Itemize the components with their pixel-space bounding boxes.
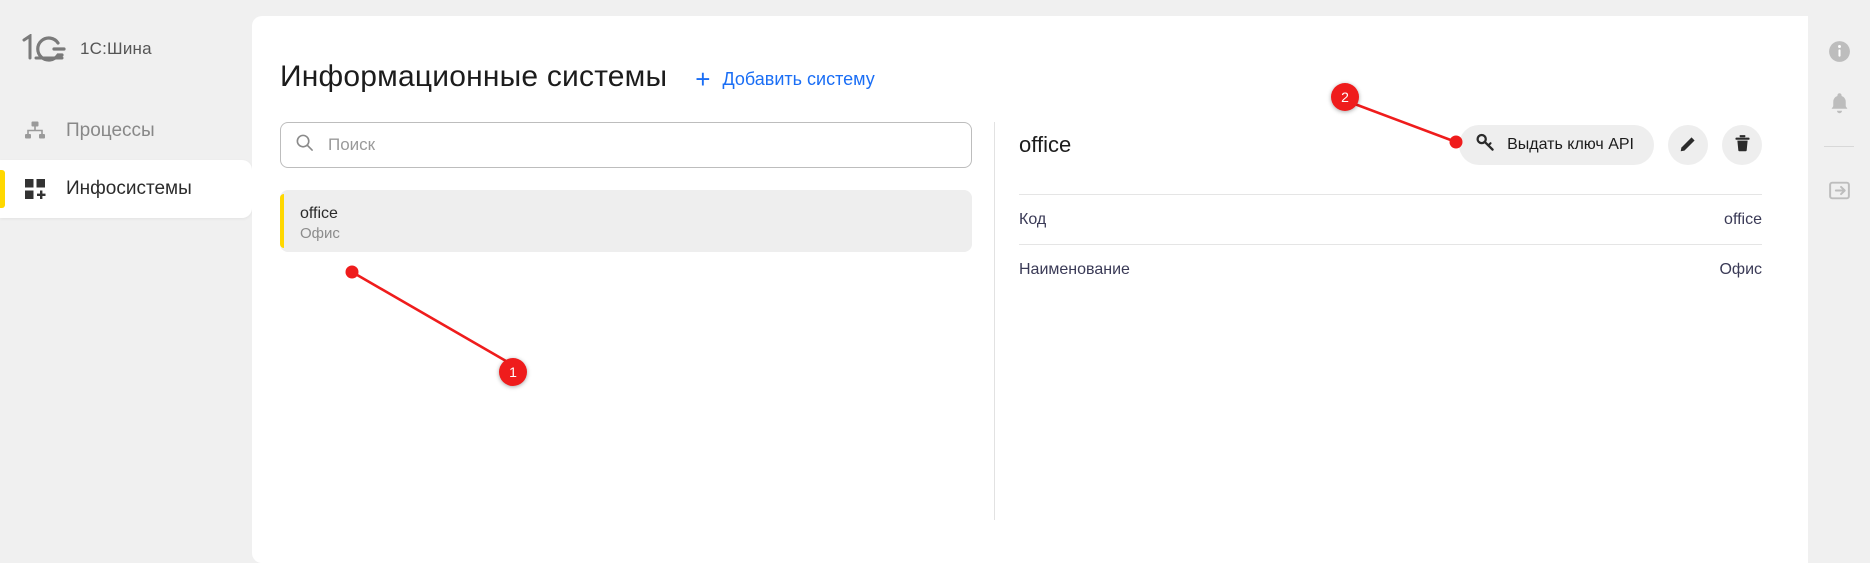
sidebar-item-processes[interactable]: Процессы <box>0 102 252 160</box>
detail-title: office <box>1019 132 1459 158</box>
info-icon[interactable] <box>1826 38 1852 64</box>
grid-plus-icon <box>22 176 48 202</box>
system-name: Офис <box>300 224 954 244</box>
sitemap-icon <box>22 118 48 144</box>
search-icon <box>295 133 314 157</box>
right-rail <box>1808 0 1870 563</box>
search-input[interactable] <box>328 135 957 155</box>
add-system-label: Добавить систему <box>722 69 874 90</box>
brand-name: 1С:Шина <box>80 39 152 59</box>
sidebar-item-infosystems[interactable]: Инфосистемы <box>0 160 252 218</box>
trash-icon <box>1733 134 1752 156</box>
sidebar-item-label: Процессы <box>66 120 155 142</box>
search-box[interactable] <box>280 122 972 168</box>
systems-list: office Офис <box>280 190 972 252</box>
rail-divider <box>1824 146 1854 147</box>
systems-list-column: office Офис <box>252 122 994 522</box>
page-title: Информационные системы <box>280 60 667 94</box>
1c-logo-icon <box>20 34 66 64</box>
detail-header: office Выдать ключ API <box>1019 122 1762 168</box>
logout-icon[interactable] <box>1826 177 1852 203</box>
sidebar-nav: Процессы Инфосистемы <box>0 102 252 218</box>
system-code: office <box>300 204 954 224</box>
main-content-panel: Информационные системы + Добавить систем… <box>252 16 1808 563</box>
detail-table: Код office Наименование Офис <box>1019 194 1762 294</box>
plus-icon: + <box>695 66 710 92</box>
bell-icon[interactable] <box>1826 90 1852 116</box>
pencil-icon <box>1679 134 1698 156</box>
detail-row-value: office <box>1724 211 1762 229</box>
delete-system-button[interactable] <box>1722 125 1762 165</box>
detail-row-value: Офис <box>1719 261 1762 279</box>
system-list-item[interactable]: office Офис <box>280 190 972 252</box>
key-icon <box>1476 133 1495 157</box>
content-columns: office Офис office <box>252 122 1808 522</box>
system-detail-column: office Выдать ключ API <box>995 122 1808 522</box>
brand-header: 1С:Шина <box>0 24 252 70</box>
application-window: 1С:Шина Процессы <box>0 0 1870 563</box>
detail-row-label: Код <box>1019 211 1046 229</box>
detail-actions: Выдать ключ API <box>1459 125 1762 165</box>
sidebar-item-label: Инфосистемы <box>66 178 192 200</box>
edit-system-button[interactable] <box>1668 125 1708 165</box>
issue-api-key-button[interactable]: Выдать ключ API <box>1459 125 1654 165</box>
page-header: Информационные системы + Добавить систем… <box>252 16 1808 94</box>
left-sidebar: 1С:Шина Процессы <box>0 0 252 563</box>
detail-row: Наименование Офис <box>1019 244 1762 294</box>
add-system-link[interactable]: + Добавить систему <box>695 66 874 92</box>
detail-row: Код office <box>1019 194 1762 244</box>
issue-api-key-label: Выдать ключ API <box>1507 136 1634 154</box>
detail-row-label: Наименование <box>1019 261 1130 279</box>
